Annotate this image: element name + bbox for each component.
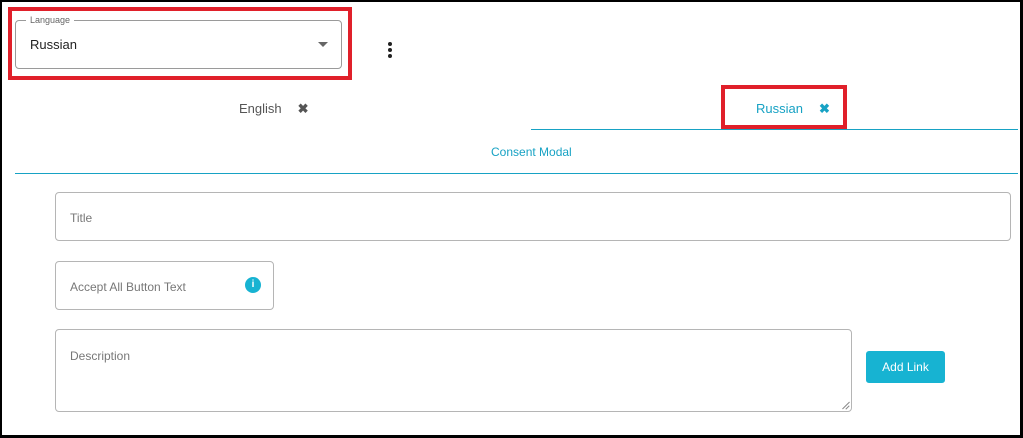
close-icon[interactable]: ✖ — [298, 102, 309, 115]
tab-russian-label: Russian — [756, 101, 803, 116]
language-select-label: Language — [26, 14, 75, 26]
description-placeholder: Description — [70, 349, 131, 363]
kebab-menu-icon[interactable] — [385, 42, 395, 60]
dropdown-caret-icon — [318, 42, 328, 47]
add-link-button[interactable]: Add Link — [866, 351, 945, 383]
tab-russian[interactable]: Russian ✖ — [756, 101, 830, 116]
subtab-divider — [15, 173, 1018, 174]
resize-handle-icon[interactable] — [841, 401, 849, 409]
description-field[interactable]: Description — [55, 329, 852, 412]
accept-all-placeholder: Accept All Button Text — [70, 280, 186, 294]
title-field[interactable]: Title — [55, 192, 1011, 241]
accept-all-button-text-field[interactable]: Accept All Button Text i — [55, 261, 274, 310]
tab-english-label: English — [239, 101, 282, 116]
info-icon[interactable]: i — [245, 277, 261, 293]
language-select-value: Russian — [30, 37, 77, 52]
tab-consent-modal[interactable]: Consent Modal — [491, 145, 572, 159]
close-icon[interactable]: ✖ — [819, 102, 830, 115]
language-select[interactable]: Language Russian — [15, 14, 342, 69]
title-placeholder: Title — [70, 211, 93, 225]
active-tab-indicator — [531, 129, 1018, 130]
tab-english[interactable]: English ✖ — [239, 101, 309, 116]
